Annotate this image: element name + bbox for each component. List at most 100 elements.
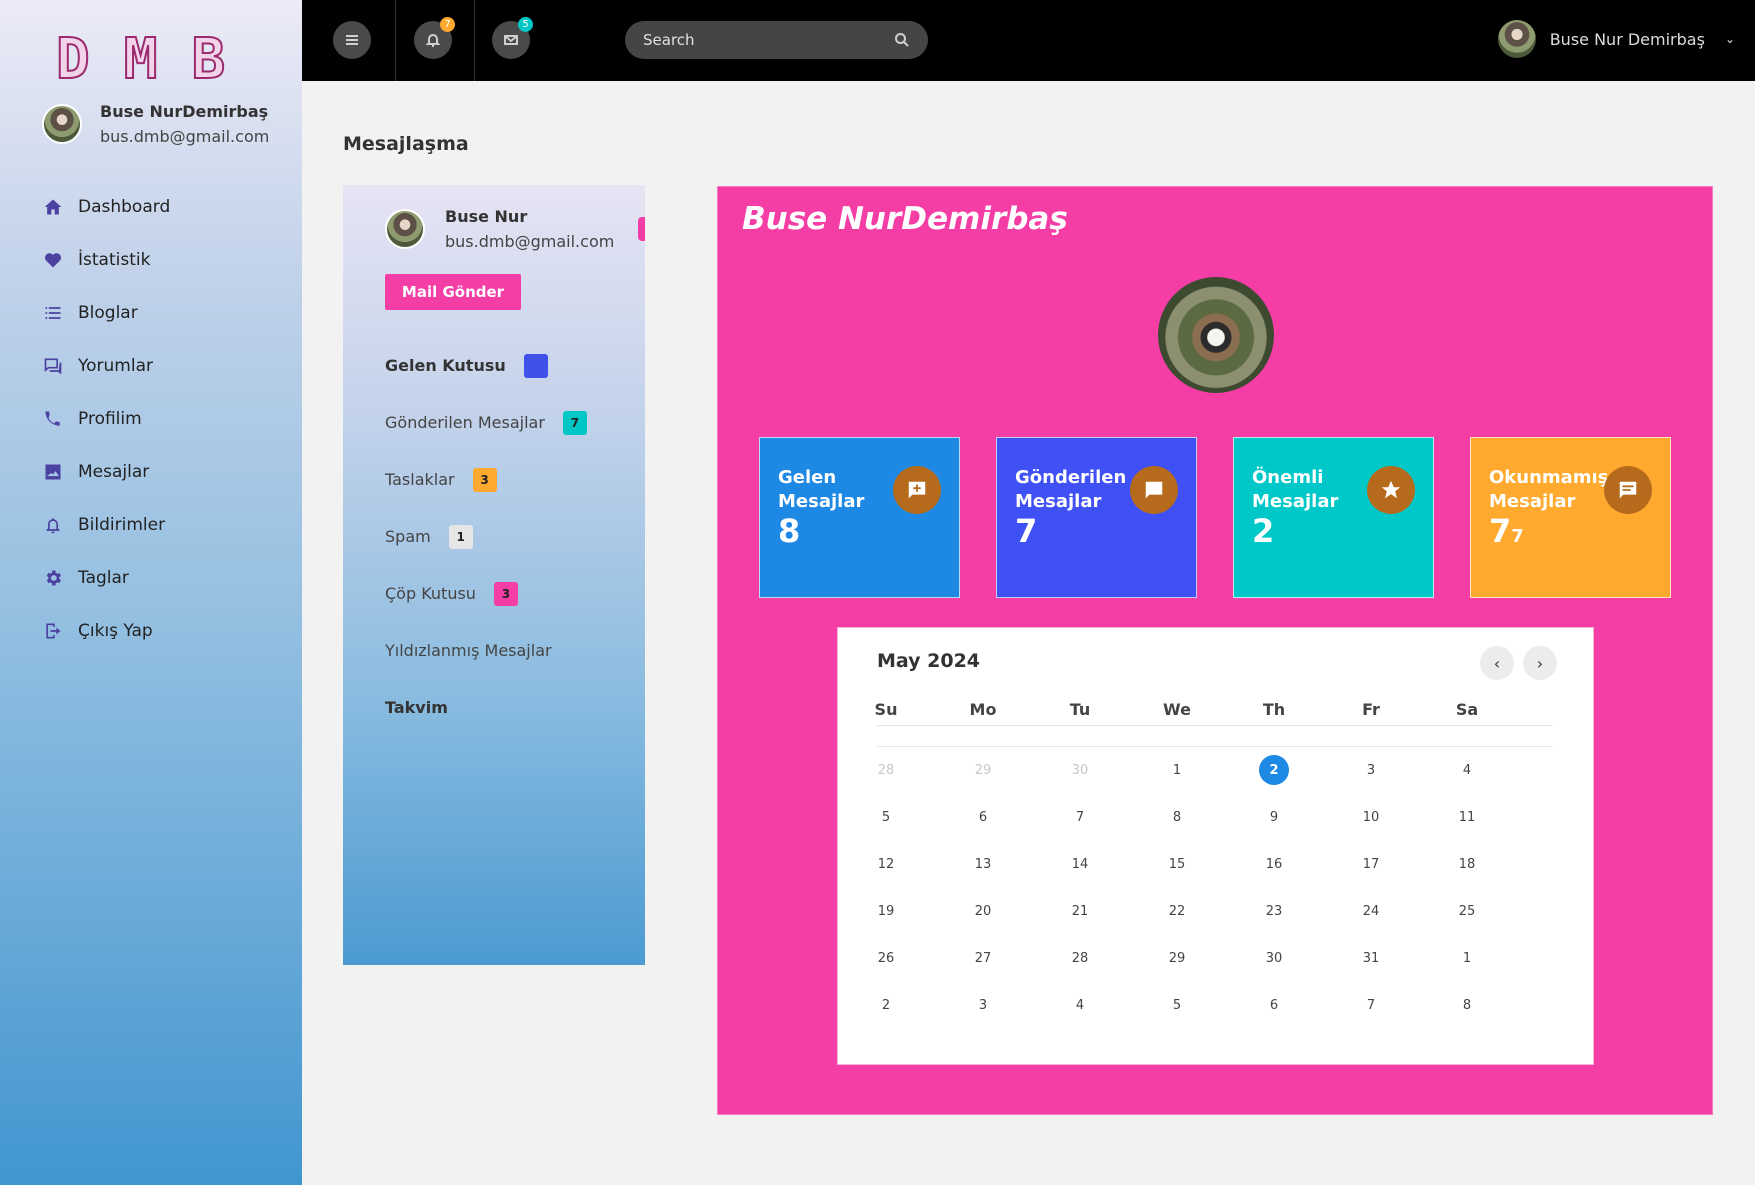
calendar-weekday: Sa <box>1455 700 1479 719</box>
sidebar-item-label: İstatistik <box>78 249 151 270</box>
stat-card-important[interactable]: Önemli Mesajlar 2 <box>1233 437 1434 598</box>
folder-label: Taslaklar <box>385 470 455 489</box>
calendar-day[interactable]: 2 <box>871 990 901 1020</box>
calendar-day[interactable]: 9 <box>1259 802 1289 832</box>
calendar-day[interactable]: 24 <box>1356 896 1386 926</box>
calendar-day[interactable]: 30 <box>1259 943 1289 973</box>
user-menu[interactable]: Buse Nur Demirbaş ⌄ <box>1497 20 1735 58</box>
message-panel-user: Buse Nur bus.dmb@gmail.com <box>385 207 614 251</box>
sidebar-item-mesajlar[interactable]: Mesajlar <box>42 445 170 498</box>
sidebar-nav: Dashboard İstatistik Bloglar Yorumlar Pr… <box>42 180 170 657</box>
sidebar-item-taglar[interactable]: Taglar <box>42 551 170 604</box>
calendar-day[interactable]: 17 <box>1356 849 1386 879</box>
logout-icon <box>42 620 64 642</box>
calendar-day[interactable]: 2 <box>1259 755 1289 785</box>
calendar-day[interactable]: 7 <box>1356 990 1386 1020</box>
send-mail-button[interactable]: Mail Gönder <box>385 274 521 310</box>
calendar-day[interactable]: 1 <box>1162 755 1192 785</box>
calendar-day[interactable]: 3 <box>968 990 998 1020</box>
calendar-weekday: Su <box>874 700 898 719</box>
sidebar-item-cikis[interactable]: Çıkış Yap <box>42 604 170 657</box>
topbar: 7 5 Buse Nur Demirbaş ⌄ <box>302 0 1755 81</box>
sidebar-item-label: Taglar <box>78 567 129 588</box>
folder-count-badge: 3 <box>493 581 518 606</box>
calendar-day[interactable]: 31 <box>1356 943 1386 973</box>
stat-card-unread[interactable]: Okunmamış Mesajlar 77 <box>1470 437 1671 598</box>
calendar-day[interactable]: 3 <box>1356 755 1386 785</box>
calendar-day[interactable]: 10 <box>1356 802 1386 832</box>
search-input[interactable] <box>643 31 894 49</box>
calendar-title: May 2024 <box>877 650 981 672</box>
calendar-day[interactable]: 19 <box>871 896 901 926</box>
calendar-day[interactable]: 18 <box>1452 849 1482 879</box>
calendar-day[interactable]: 4 <box>1065 990 1095 1020</box>
folder-label: Yıldızlanmış Mesajlar <box>385 641 552 660</box>
calendar-day[interactable]: 5 <box>1162 990 1192 1020</box>
folder-count-badge: 3 <box>472 467 497 492</box>
folder-label: Spam <box>385 527 431 546</box>
calendar-day[interactable]: 25 <box>1452 896 1482 926</box>
calendar-divider <box>877 746 1553 747</box>
folder-item[interactable]: Taslaklar 3 <box>385 451 587 508</box>
sidebar-item-dashboard[interactable]: Dashboard <box>42 180 170 233</box>
calendar-day[interactable]: 16 <box>1259 849 1289 879</box>
calendar-day[interactable]: 8 <box>1162 802 1192 832</box>
calendar-day[interactable]: 28 <box>1065 943 1095 973</box>
calendar-day[interactable]: 20 <box>968 896 998 926</box>
notifications-button[interactable]: 7 <box>414 17 455 59</box>
calendar-day[interactable]: 29 <box>1162 943 1192 973</box>
sidebar-item-bloglar[interactable]: Bloglar <box>42 286 170 339</box>
sidebar-item-profilim[interactable]: Profilim <box>42 392 170 445</box>
calendar-day[interactable]: 23 <box>1259 896 1289 926</box>
add-comment-icon <box>893 466 941 514</box>
calendar-day[interactable]: 14 <box>1065 849 1095 879</box>
calendar-day[interactable]: 29 <box>968 755 998 785</box>
sidebar-item-istatistik[interactable]: İstatistik <box>42 233 170 286</box>
folder-item[interactable]: Gelen Kutusu 8 <box>385 337 587 394</box>
calendar-weekday: Fr <box>1362 700 1380 719</box>
page-title: Mesajlaşma <box>343 133 469 155</box>
calendar-weekday: Th <box>1262 700 1286 719</box>
calendar-day[interactable]: 5 <box>871 802 901 832</box>
calendar-day[interactable]: 6 <box>1259 990 1289 1020</box>
calendar-day[interactable]: 8 <box>1452 990 1482 1020</box>
star-icon <box>1367 466 1415 514</box>
folder-item[interactable]: Gönderilen Mesajlar 7 <box>385 394 587 451</box>
message-panel-user-name: Buse Nur <box>445 207 528 226</box>
calendar-prev-button[interactable]: ‹ <box>1480 646 1514 680</box>
logo-letter-b: B <box>190 27 226 92</box>
home-icon <box>42 196 64 218</box>
folder-item[interactable]: Yıldızlanmış Mesajlar <box>385 622 587 679</box>
calendar-day[interactable]: 26 <box>871 943 901 973</box>
messages-button[interactable]: 5 <box>492 17 533 59</box>
calendar-day[interactable]: 27 <box>968 943 998 973</box>
calendar-day[interactable]: 6 <box>968 802 998 832</box>
calendar-day[interactable]: 7 <box>1065 802 1095 832</box>
sidebar-user-email: bus.dmb@gmail.com <box>100 127 270 146</box>
sidebar-item-bildirimler[interactable]: Bildirimler <box>42 498 170 551</box>
calendar-day[interactable]: 1 <box>1452 943 1482 973</box>
search-box <box>625 21 928 59</box>
calendar-day[interactable]: 15 <box>1162 849 1192 879</box>
calendar-day[interactable]: 30 <box>1065 755 1095 785</box>
phone-user-icon <box>42 408 64 430</box>
stat-card-sent[interactable]: Gönderilen Mesajlar 7 <box>996 437 1197 598</box>
calendar-day[interactable]: 22 <box>1162 896 1192 926</box>
calendar-day[interactable]: 21 <box>1065 896 1095 926</box>
calendar-weekday: Tu <box>1069 700 1091 719</box>
folder-item[interactable]: Spam 1 <box>385 508 587 565</box>
chevron-down-icon: ⌄ <box>1724 32 1735 46</box>
calendar-day[interactable]: 11 <box>1452 802 1482 832</box>
search-icon[interactable] <box>894 32 910 48</box>
calendar-next-button[interactable]: › <box>1523 646 1557 680</box>
calendar-day[interactable]: 4 <box>1452 755 1482 785</box>
calendar-day[interactable]: 28 <box>871 755 901 785</box>
folder-item[interactable]: Çöp Kutusu 3 <box>385 565 587 622</box>
folder-label: Gelen Kutusu <box>385 356 506 375</box>
sidebar-item-yorumlar[interactable]: Yorumlar <box>42 339 170 392</box>
folder-item[interactable]: Takvim <box>385 679 587 736</box>
menu-button[interactable] <box>333 21 371 59</box>
stat-card-inbox[interactable]: Gelen Mesajlar 8 <box>759 437 960 598</box>
calendar-day[interactable]: 12 <box>871 849 901 879</box>
calendar-day[interactable]: 13 <box>968 849 998 879</box>
